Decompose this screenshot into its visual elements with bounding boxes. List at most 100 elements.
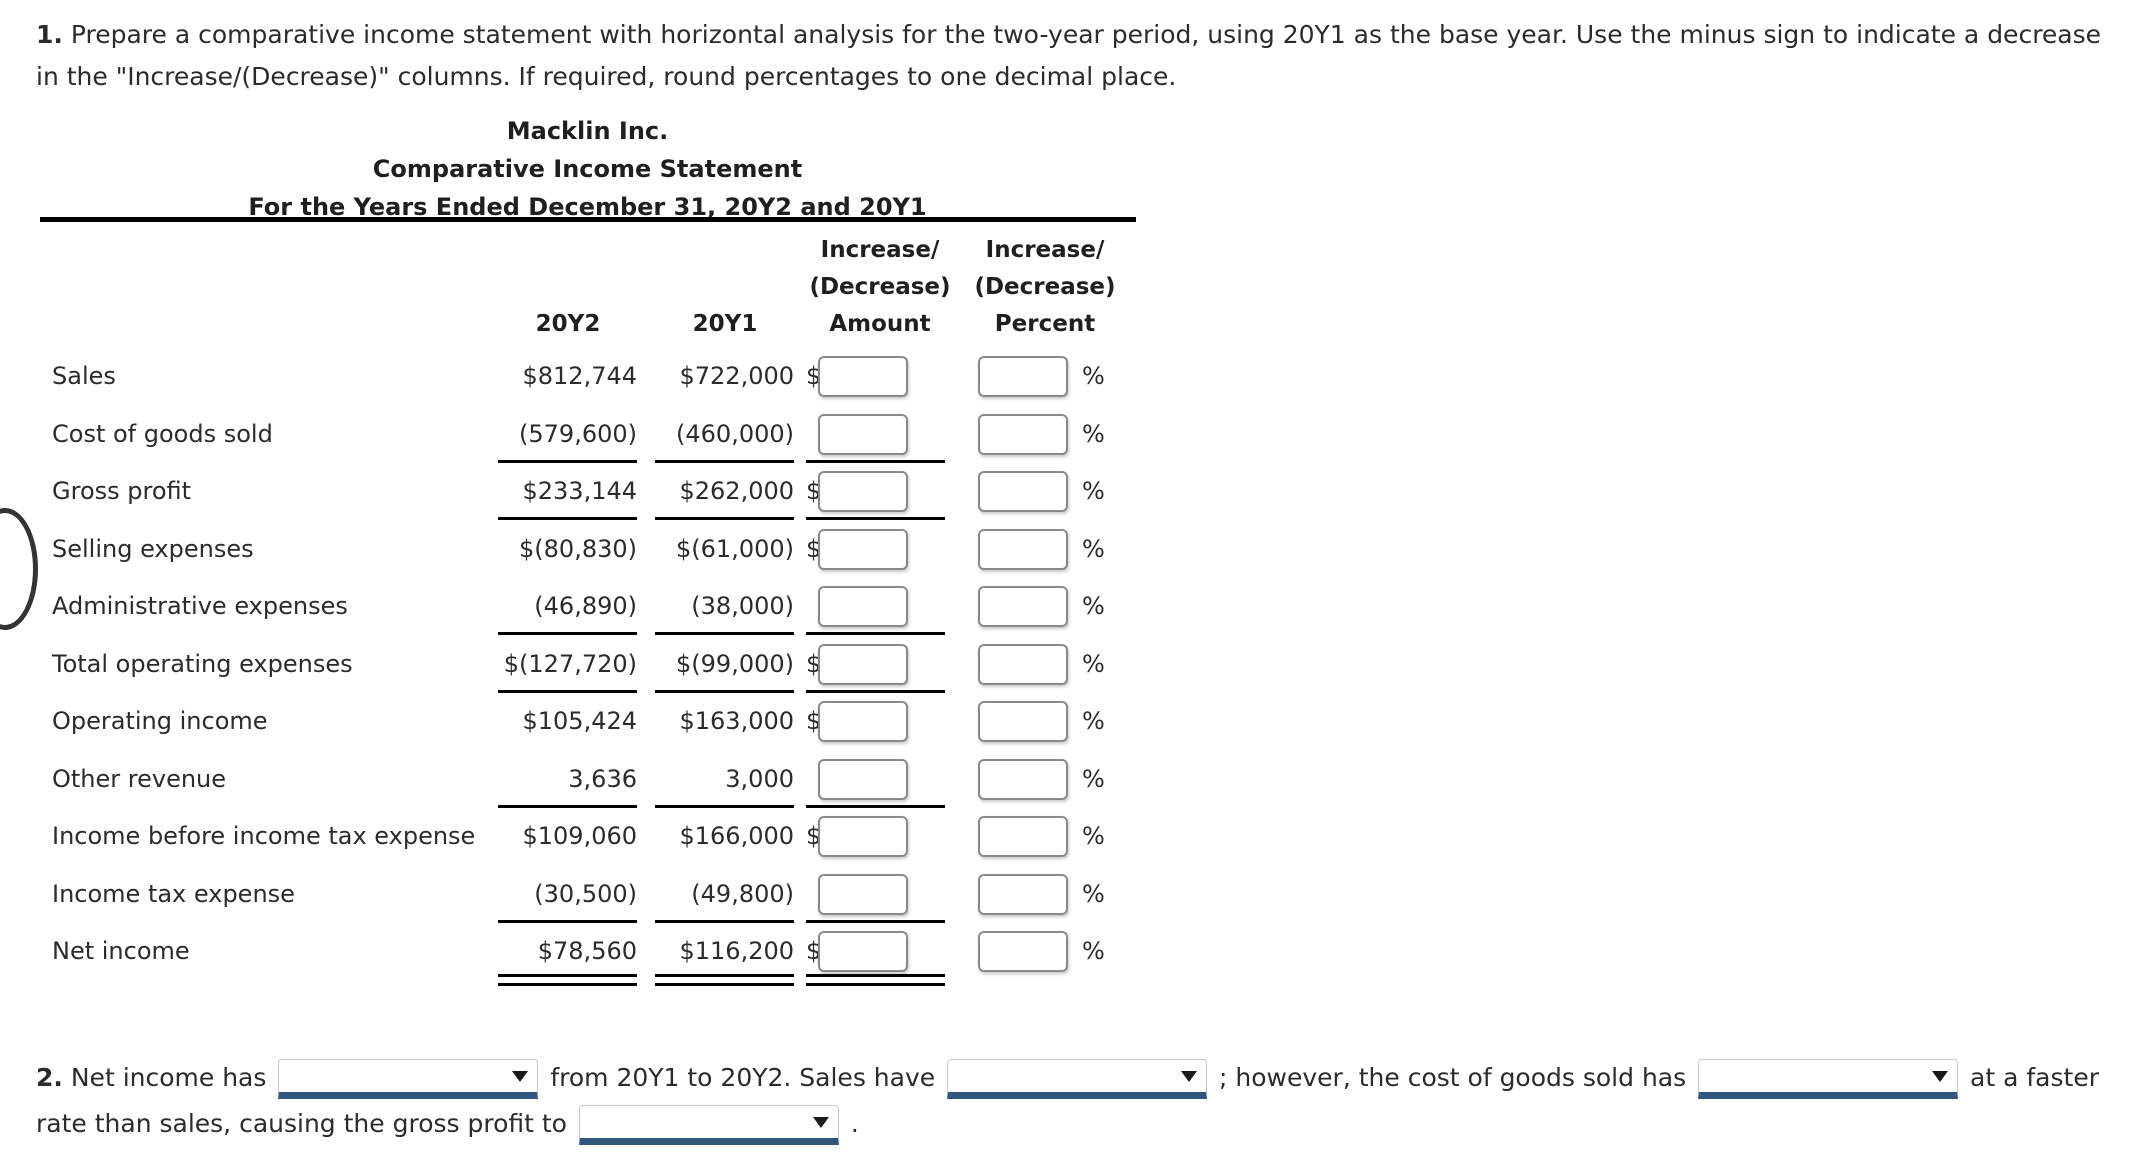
cell-20y2: (46,890)	[534, 592, 637, 620]
cell-20y2: 3,636	[568, 764, 637, 793]
percent-input[interactable]	[978, 643, 1068, 685]
percent-sign: %	[1082, 477, 1105, 505]
question-2-block: 2. Net income has from 20Y1 to 20Y2. Sal…	[36, 1055, 2136, 1147]
cell-20y2: $233,144	[522, 477, 637, 505]
amount-input[interactable]	[818, 758, 908, 800]
percent-input[interactable]	[978, 586, 1068, 627]
chevron-down-icon	[1181, 1071, 1198, 1082]
question-2-line-1: 2. Net income has from 20Y1 to 20Y2. Sal…	[36, 1055, 2136, 1101]
cell-20y1: $166,000	[679, 822, 794, 850]
amount-input[interactable]	[818, 701, 908, 742]
cell-20y1: $(99,000)	[676, 649, 794, 678]
q2-segment-4: at a faster	[1970, 1063, 2099, 1092]
row-label: Net income	[52, 937, 190, 965]
amount-input[interactable]	[818, 816, 908, 857]
percent-sign: %	[1082, 592, 1105, 620]
table-row: Sales $812,744 $722,000 $%	[0, 348, 1200, 405]
amount-input[interactable]	[818, 643, 908, 685]
table-row: Selling expenses $(80,830) $(61,000) $%	[0, 521, 1200, 578]
cell-20y2: (30,500)	[534, 879, 637, 908]
percent-sign: %	[1082, 707, 1105, 735]
table-row: Administrative expenses (46,890) (38,000)%	[0, 578, 1200, 635]
cell-20y2: $(127,720)	[503, 649, 637, 678]
percent-input[interactable]	[978, 816, 1068, 857]
row-label: Income tax expense	[52, 879, 295, 908]
cell-20y2: $812,744	[522, 362, 637, 390]
table-row: Income before income tax expense $109,060…	[0, 808, 1200, 865]
total-rule	[806, 983, 945, 986]
dropdown-sales-change[interactable]	[947, 1059, 1208, 1099]
table-row: Other revenue 3,636 3,000%	[0, 751, 1200, 808]
percent-sign: %	[1082, 879, 1105, 908]
percent-sign: %	[1082, 822, 1105, 850]
cell-20y2: (579,600)	[519, 419, 637, 448]
cell-20y1: (49,800)	[691, 879, 794, 908]
row-label: Sales	[52, 362, 116, 390]
row-label: Income before income tax expense	[52, 822, 476, 850]
q2-segment-1: Net income has	[70, 1063, 267, 1092]
row-label: Total operating expenses	[52, 649, 353, 678]
question-2-line-2: rate than sales, causing the gross profi…	[36, 1101, 2136, 1147]
amount-input[interactable]	[818, 413, 908, 455]
amount-input[interactable]	[818, 471, 908, 512]
amount-input[interactable]	[818, 356, 908, 397]
percent-input[interactable]	[978, 413, 1068, 455]
total-rule	[806, 974, 945, 977]
row-label: Gross profit	[52, 477, 192, 505]
cell-20y1: $722,000	[679, 362, 794, 390]
cell-20y2: $78,560	[537, 937, 637, 965]
amount-input[interactable]	[818, 873, 908, 915]
dropdown-cogs-change[interactable]	[1698, 1059, 1959, 1099]
row-label: Selling expenses	[52, 534, 254, 563]
row-label: Other revenue	[52, 764, 227, 793]
cell-20y1: (460,000)	[676, 419, 794, 448]
q2-segment-2: from 20Y1 to 20Y2. Sales have	[550, 1063, 936, 1092]
cell-20y1: $116,200	[679, 937, 794, 965]
cell-20y2: $105,424	[522, 707, 637, 735]
amount-input[interactable]	[818, 931, 908, 972]
cell-20y2: $(80,830)	[519, 534, 637, 563]
chevron-down-icon	[512, 1071, 529, 1082]
percent-sign: %	[1082, 649, 1105, 678]
table-row: Operating income $105,424 $163,000 $%	[0, 693, 1200, 750]
total-rule	[498, 983, 637, 986]
percent-input[interactable]	[978, 931, 1068, 972]
amount-input[interactable]	[818, 528, 908, 570]
table-row: Cost of goods sold (579,600) (460,000)%	[0, 406, 1200, 463]
cell-20y2: $109,060	[522, 822, 637, 850]
percent-sign: %	[1082, 362, 1105, 390]
cell-20y1: $(61,000)	[676, 534, 794, 563]
total-rule	[498, 974, 637, 977]
income-statement-table: Sales $812,744 $722,000 $% Cost of goods sol…	[0, 0, 1200, 1010]
percent-sign: %	[1082, 534, 1105, 563]
percent-input[interactable]	[978, 528, 1068, 570]
row-label: Operating income	[52, 707, 268, 735]
question-2-number: 2.	[36, 1063, 63, 1092]
q2-segment-3: ; however, the cost of goods sold has	[1219, 1063, 1687, 1092]
row-label: Cost of goods sold	[52, 419, 273, 448]
table-row: Net income $78,560 $116,200 $%	[0, 923, 1200, 986]
percent-input[interactable]	[978, 701, 1068, 742]
percent-input[interactable]	[978, 471, 1068, 512]
cell-20y1: $262,000	[679, 477, 794, 505]
percent-input[interactable]	[978, 356, 1068, 397]
chevron-down-icon	[812, 1117, 829, 1128]
total-rule	[655, 974, 794, 977]
q2-segment-5: rate than sales, causing the gross profi…	[36, 1109, 567, 1138]
percent-input[interactable]	[978, 758, 1068, 800]
row-label: Administrative expenses	[52, 592, 348, 620]
total-rule	[655, 983, 794, 986]
percent-sign: %	[1082, 937, 1105, 965]
cell-20y1: 3,000	[725, 764, 794, 793]
percent-sign: %	[1082, 419, 1105, 448]
percent-sign: %	[1082, 764, 1105, 793]
percent-input[interactable]	[978, 873, 1068, 915]
cell-20y1: $163,000	[679, 707, 794, 735]
amount-input[interactable]	[818, 586, 908, 627]
chevron-down-icon	[1932, 1071, 1949, 1082]
dropdown-gross-profit-change[interactable]	[578, 1105, 839, 1145]
table-row: Income tax expense (30,500) (49,800)%	[0, 866, 1200, 923]
table-row: Total operating expenses $(127,720) $(99,0…	[0, 636, 1200, 693]
table-row: Gross profit $233,144 $262,000 $%	[0, 463, 1200, 520]
dropdown-net-income-change[interactable]	[278, 1059, 539, 1099]
